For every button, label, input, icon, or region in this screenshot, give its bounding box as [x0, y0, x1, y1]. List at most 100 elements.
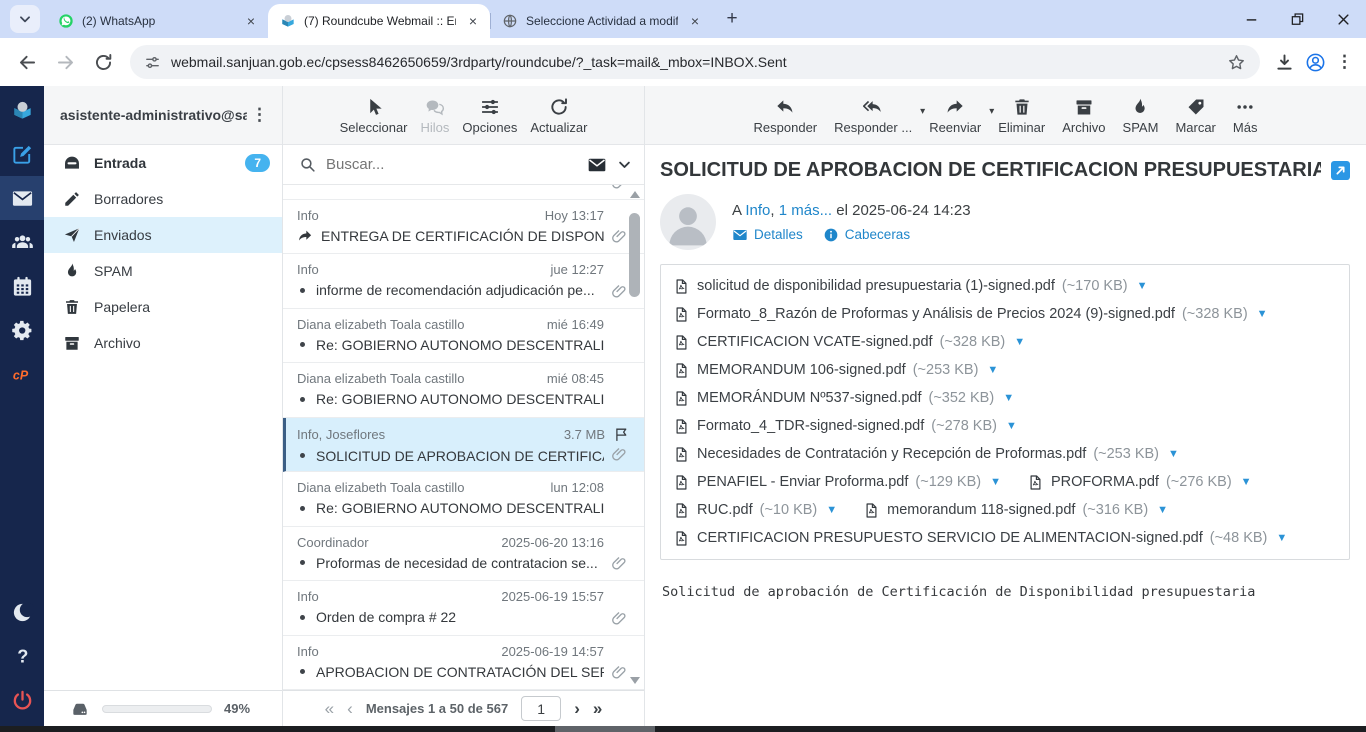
- attachment-name[interactable]: CERTIFICACION VCATE-signed.pdf: [697, 334, 933, 350]
- first-page-button[interactable]: «: [325, 700, 334, 717]
- page-number-input[interactable]: [521, 696, 561, 721]
- toolbar-button-archivo[interactable]: Archivo: [1060, 97, 1107, 135]
- browser-tab[interactable]: (2) WhatsApp×: [46, 4, 268, 38]
- toolbar-button-reenviar[interactable]: ▾Reenviar: [927, 97, 983, 135]
- message-row[interactable]: InfoHoy 13:17ENTREGA DE CERTIFICACIÓN DE…: [283, 200, 644, 255]
- next-page-button[interactable]: ›: [574, 700, 580, 717]
- attachment-name[interactable]: PROFORMA.pdf: [1051, 474, 1159, 490]
- scrollbar-thumb[interactable]: [629, 213, 640, 297]
- folder-borradores[interactable]: Borradores: [44, 181, 282, 217]
- attachment-name[interactable]: MEMORÁNDUM Nº537-signed.pdf: [697, 390, 921, 406]
- site-settings-icon[interactable]: [144, 54, 161, 71]
- attachment-menu-caret-icon[interactable]: ▼: [1257, 308, 1268, 320]
- calendar-nav[interactable]: [0, 264, 44, 308]
- tab-close-icon[interactable]: ×: [242, 12, 260, 30]
- attachment-name[interactable]: RUC.pdf: [697, 502, 753, 518]
- message-row[interactable]: Info2025-06-19 15:57Orden de compra # 22: [283, 581, 644, 636]
- scroll-down-icon[interactable]: [630, 677, 640, 684]
- attachment-item[interactable]: Necesidades de Contratación y Recepción …: [673, 440, 1179, 468]
- toolbar-button-marcar[interactable]: Marcar: [1173, 97, 1217, 135]
- message-row[interactable]: Info, Joseflores3.7 MBSOLICITUD DE APROB…: [283, 418, 644, 473]
- attachment-menu-caret-icon[interactable]: ▼: [990, 476, 1001, 488]
- attachment-menu-caret-icon[interactable]: ▼: [1014, 336, 1025, 348]
- attachment-name[interactable]: Formato_8_Razón de Proformas y Análisis …: [697, 306, 1175, 322]
- forward-button[interactable]: [48, 45, 82, 79]
- toolbar-button-opciones[interactable]: Opciones: [460, 97, 519, 135]
- open-in-new-window-icon[interactable]: [1331, 161, 1350, 180]
- toolbar-button-responder[interactable]: ▾Responder ...: [832, 97, 914, 135]
- folder-enviados[interactable]: Enviados: [44, 217, 282, 253]
- attachment-name[interactable]: memorandum 118-signed.pdf: [887, 502, 1075, 518]
- attachment-menu-caret-icon[interactable]: ▼: [1168, 448, 1179, 460]
- message-row[interactable]: Info2025-06-19 14:57APROBACION DE CONTRA…: [283, 636, 644, 691]
- attachment-item[interactable]: PENAFIEL - Enviar Proforma.pdf(~129 KB)▼: [673, 468, 1001, 496]
- message-row[interactable]: Coordinador2025-06-20 13:16Proformas de …: [283, 527, 644, 582]
- help-button[interactable]: ?: [0, 634, 44, 678]
- attachment-menu-caret-icon[interactable]: ▼: [987, 364, 998, 376]
- roundcube-logo[interactable]: [0, 88, 44, 132]
- browser-tab[interactable]: (7) Roundcube Webmail :: Envia×: [268, 4, 490, 38]
- details-toggle[interactable]: Detalles: [732, 227, 803, 243]
- message-row[interactable]: [283, 185, 644, 200]
- message-row[interactable]: Diana elizabeth Toala castillomié 08:45R…: [283, 363, 644, 418]
- dropdown-caret-icon[interactable]: ▾: [920, 106, 925, 117]
- attachment-menu-caret-icon[interactable]: ▼: [1276, 532, 1287, 544]
- toolbar-button-ms[interactable]: Más: [1231, 97, 1260, 135]
- search-input[interactable]: [326, 156, 577, 173]
- toolbar-button-responder[interactable]: Responder: [752, 97, 820, 135]
- toolbar-button-actualizar[interactable]: Actualizar: [528, 97, 589, 135]
- restore-button[interactable]: [1274, 0, 1320, 38]
- headers-toggle[interactable]: Cabeceras: [823, 227, 910, 243]
- attachment-item[interactable]: CERTIFICACION PRESUPUESTO SERVICIO DE AL…: [673, 524, 1287, 552]
- prev-page-button[interactable]: ‹: [347, 700, 353, 717]
- toolbar-button-spam[interactable]: SPAM: [1121, 97, 1161, 135]
- close-window-button[interactable]: [1320, 0, 1366, 38]
- attachment-item[interactable]: PROFORMA.pdf(~276 KB)▼: [1027, 468, 1252, 496]
- contacts-nav[interactable]: [0, 220, 44, 264]
- tab-search-button[interactable]: [10, 5, 40, 33]
- message-row[interactable]: Diana elizabeth Toala castillomié 16:49R…: [283, 309, 644, 364]
- attachment-name[interactable]: PENAFIEL - Enviar Proforma.pdf: [697, 474, 908, 490]
- attachment-item[interactable]: MEMORANDUM 106-signed.pdf(~253 KB)▼: [673, 356, 998, 384]
- compose-button[interactable]: [0, 132, 44, 176]
- search-bar[interactable]: [283, 145, 644, 185]
- cpanel-link[interactable]: cP: [0, 352, 44, 396]
- more-recipients-link[interactable]: 1 más...: [779, 202, 832, 219]
- attachment-name[interactable]: CERTIFICACION PRESUPUESTO SERVICIO DE AL…: [697, 530, 1203, 546]
- attachment-item[interactable]: Formato_8_Razón de Proformas y Análisis …: [673, 300, 1268, 328]
- attachment-item[interactable]: RUC.pdf(~10 KB)▼: [673, 496, 837, 524]
- settings-nav[interactable]: [0, 308, 44, 352]
- downloads-icon[interactable]: [1274, 52, 1295, 73]
- mail-nav[interactable]: [0, 176, 44, 220]
- scroll-up-icon[interactable]: [630, 191, 640, 198]
- attachment-item[interactable]: solicitud de disponibilidad presupuestar…: [673, 272, 1147, 300]
- attachment-menu-caret-icon[interactable]: ▼: [1003, 392, 1014, 404]
- account-menu-icon[interactable]: ⋮: [247, 105, 272, 125]
- attachment-item[interactable]: MEMORÁNDUM Nº537-signed.pdf(~352 KB)▼: [673, 384, 1014, 412]
- tab-close-icon[interactable]: ×: [464, 12, 482, 30]
- attachment-name[interactable]: MEMORANDUM 106-signed.pdf: [697, 362, 906, 378]
- attachment-menu-caret-icon[interactable]: ▼: [1006, 420, 1017, 432]
- tab-close-icon[interactable]: ×: [686, 12, 704, 30]
- new-tab-button[interactable]: +: [718, 5, 746, 33]
- dark-mode-toggle[interactable]: [0, 590, 44, 634]
- list-scrollbar[interactable]: [628, 185, 642, 690]
- minimize-button[interactable]: [1228, 0, 1274, 38]
- last-page-button[interactable]: »: [593, 700, 602, 717]
- attachment-menu-caret-icon[interactable]: ▼: [1137, 280, 1148, 292]
- attachment-item[interactable]: Formato_4_TDR-signed-signed.pdf(~278 KB)…: [673, 412, 1017, 440]
- browser-tab[interactable]: Seleccione Actividad a modifica×: [490, 4, 712, 38]
- recipient-link[interactable]: Info: [745, 202, 770, 219]
- attachment-menu-caret-icon[interactable]: ▼: [826, 504, 837, 516]
- attachment-menu-caret-icon[interactable]: ▼: [1157, 504, 1168, 516]
- address-bar[interactable]: webmail.sanjuan.gob.ec/cpsess8462650659/…: [130, 45, 1260, 79]
- toolbar-button-seleccionar[interactable]: Seleccionar: [338, 97, 410, 135]
- toolbar-button-eliminar[interactable]: Eliminar: [996, 97, 1047, 135]
- attachment-menu-caret-icon[interactable]: ▼: [1241, 476, 1252, 488]
- attachment-item[interactable]: CERTIFICACION VCATE-signed.pdf(~328 KB)▼: [673, 328, 1025, 356]
- attachment-item[interactable]: memorandum 118-signed.pdf(~316 KB)▼: [863, 496, 1168, 524]
- search-options-chevron-icon[interactable]: [617, 157, 632, 172]
- attachment-name[interactable]: Formato_4_TDR-signed-signed.pdf: [697, 418, 924, 434]
- folder-archivo[interactable]: Archivo: [44, 325, 282, 361]
- logout-button[interactable]: [0, 678, 44, 722]
